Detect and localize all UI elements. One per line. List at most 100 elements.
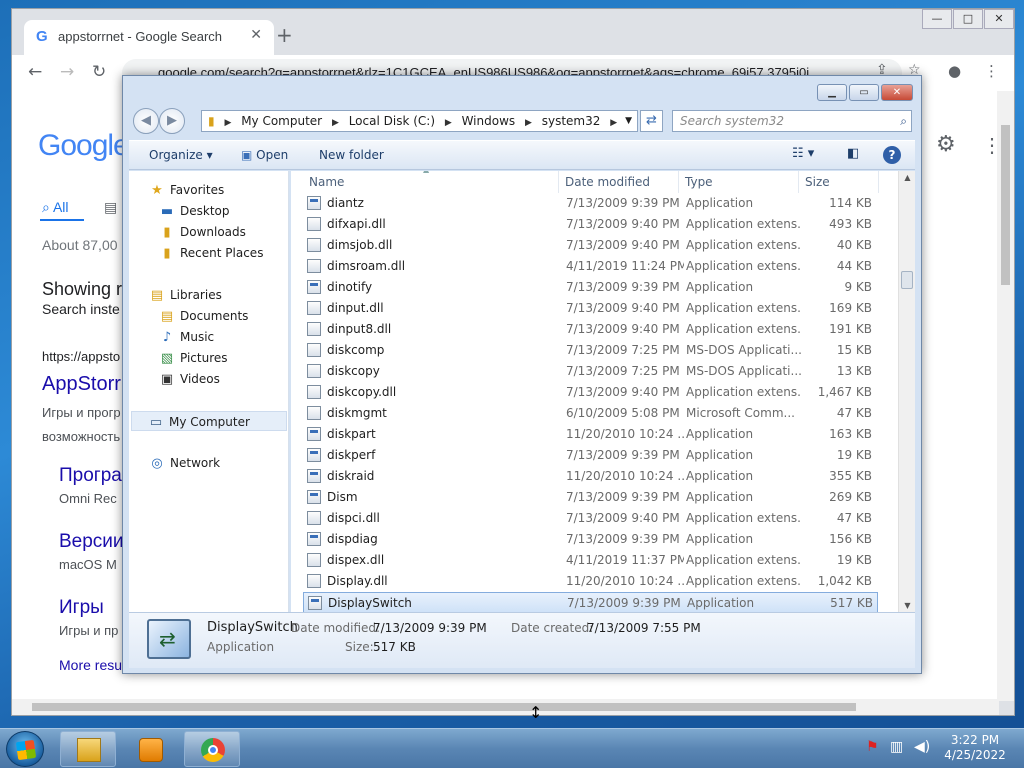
explorer-minimize-button[interactable]: ▁ [817,84,847,101]
help-icon[interactable]: ? [883,146,901,164]
chrome-menu-icon[interactable]: ⋮ [984,62,999,80]
file-row[interactable]: diskraid 11/20/2010 10:24 ... Application 3… [303,466,878,487]
preview-pane-icon[interactable]: ◧ [847,146,859,161]
file-row[interactable]: DisplaySwitch 7/13/2009 9:39 PM Applicatio… [303,592,878,612]
nav-downloads[interactable]: ▮ Downloads [159,222,245,242]
sitelink-title-1[interactable]: Програ [59,465,122,487]
file-row[interactable]: diskpart 11/20/2010 10:24 ... Application 1… [303,424,878,445]
page-horizontal-scrollbar[interactable] [12,699,999,715]
result-url[interactable]: https://appsto [42,349,120,364]
more-results-link[interactable]: More resu [59,657,122,673]
file-row[interactable]: dimsroam.dll 4/11/2019 11:24 PM Applicatio… [303,256,878,277]
nav-documents[interactable]: ▤ Documents [159,306,249,326]
file-row[interactable]: diskcomp 7/13/2009 7:25 PM MS-DOS Applicat… [303,340,878,361]
breadcrumb-my-computer[interactable]: My Computer [241,111,322,131]
explorer-close-button[interactable]: ✕ [881,84,913,101]
reload-icon[interactable]: ↻ [92,62,106,82]
file-row[interactable]: dispex.dll 4/11/2019 11:37 PM Application … [303,550,878,571]
chrome-maximize-button[interactable]: □ [953,9,983,29]
explorer-maximize-button[interactable]: ▭ [849,84,879,101]
taskbar-explorer-button[interactable] [60,731,116,767]
nav-pictures[interactable]: ▧ Pictures [159,348,228,368]
file-row[interactable]: Display.dll 11/20/2010 10:24 ... Applicati… [303,571,878,592]
action-center-flag-icon[interactable]: ⚑ [866,739,879,755]
network-tray-icon[interactable]: ▥ [890,739,903,755]
file-row[interactable]: dinotify 7/13/2009 9:39 PM Application 9 KB [303,277,878,298]
sitelink-title-2[interactable]: Версии [59,531,124,553]
start-button[interactable] [6,731,44,767]
nav-network[interactable]: ◎ Network [149,453,220,473]
page-hscroll-thumb[interactable] [32,703,856,711]
new-folder-button[interactable]: New folder [319,148,384,162]
view-options-icon[interactable]: ☷ ▾ [792,146,814,161]
forward-button[interactable]: ▶ [159,108,185,134]
file-row[interactable]: dimsjob.dll 7/13/2009 9:40 PM Application … [303,235,878,256]
browser-tab[interactable]: G appstorrnet - Google Search ✕ [24,20,274,55]
nav-recent-places[interactable]: ▮ Recent Places [159,243,263,263]
news-tab-icon[interactable]: ▤ [104,199,117,216]
search-input[interactable]: Search system32 ⌕ [672,110,912,132]
page-vertical-scrollbar[interactable] [997,91,1014,701]
system-clock[interactable]: 3:22 PM 4/25/2022 [940,733,1010,763]
search-tab-all[interactable]: ⌕ All [42,199,69,216]
breadcrumb-windows[interactable]: Windows [462,111,516,131]
column-header-date[interactable]: Date modified [559,171,679,193]
volume-icon[interactable]: ◀) [914,739,930,755]
search-icon[interactable]: ⌕ [900,111,907,131]
forward-arrow-icon[interactable]: → [60,62,74,82]
result-title[interactable]: AppStorr [42,373,121,396]
taskbar-media-player-button[interactable] [122,731,178,767]
page-scroll-thumb[interactable] [1001,125,1010,285]
file-row[interactable]: diskcopy 7/13/2009 7:25 PM MS-DOS Applicat… [303,361,878,382]
breadcrumb-local-disk[interactable]: Local Disk (C:) [349,111,435,131]
file-row[interactable]: diantz 7/13/2009 9:39 PM Application 114 KB [303,193,878,214]
file-row[interactable]: dispci.dll 7/13/2009 9:40 PM Application e… [303,508,878,529]
file-list-scroll-thumb[interactable] [901,271,913,289]
profile-avatar-icon[interactable]: ● [948,62,961,80]
back-arrow-icon[interactable]: ← [28,62,42,82]
file-row[interactable]: dinput.dll 7/13/2009 9:40 PM Application e… [303,298,878,319]
address-dropdown-icon[interactable]: ▼ [625,111,632,131]
file-name: dimsjob.dll [327,238,393,252]
refresh-icon[interactable]: ⇄ [640,110,663,132]
file-date: 4/11/2019 11:24 PM [566,259,684,273]
file-date: 7/13/2009 9:39 PM [566,532,680,546]
file-row[interactable]: diskperf 7/13/2009 9:39 PM Application 19 K… [303,445,878,466]
organize-button[interactable]: Organize ▾ [149,148,213,162]
file-list-scrollbar[interactable]: ▲ ▼ [898,171,915,612]
nav-music[interactable]: ♪ Music [159,327,214,347]
settings-gear-icon[interactable]: ⚙ [936,131,956,157]
nav-my-computer[interactable]: ▭ My Computer [131,411,287,431]
scroll-down-icon[interactable]: ▼ [899,601,915,610]
file-row[interactable]: Dism 7/13/2009 9:39 PM Application 269 KB [303,487,878,508]
nav-videos[interactable]: ▣ Videos [159,369,220,389]
nav-favorites[interactable]: ★ Favorites [149,180,224,200]
file-icon [307,406,321,420]
breadcrumb-system32[interactable]: system32 [542,111,601,131]
file-row[interactable]: dispdiag 7/13/2009 9:39 PM Application 156 … [303,529,878,550]
google-logo[interactable]: Google [38,129,130,163]
nav-libraries[interactable]: ▤ Libraries [149,285,222,305]
column-header-type[interactable]: Type [679,171,799,193]
column-header-name[interactable]: Name [303,171,559,193]
explorer-address-bar[interactable]: ▮ ▶ My Computer ▶ Local Disk (C:) ▶ Wind… [201,110,638,132]
new-tab-icon[interactable]: + [276,25,293,45]
chrome-minimize-button[interactable]: — [922,9,952,29]
tab-close-icon[interactable]: ✕ [250,27,262,43]
search-instead-text[interactable]: Search inste [42,301,120,317]
chrome-close-button[interactable]: ✕ [984,9,1014,29]
sitelink-title-3[interactable]: Игры [59,597,104,619]
file-row[interactable]: diskmgmt 6/10/2009 5:08 PM Microsoft Comm.… [303,403,878,424]
back-button[interactable]: ◀ [133,108,159,134]
scroll-up-icon[interactable]: ▲ [899,173,915,182]
file-row[interactable]: diskcopy.dll 7/13/2009 9:40 PM Application… [303,382,878,403]
file-row[interactable]: dinput8.dll 7/13/2009 9:40 PM Application … [303,319,878,340]
open-button[interactable]: ▣ Open [241,148,288,162]
details-pane: DisplaySwitch Application Date modified:… [129,612,915,668]
file-row[interactable]: difxapi.dll 7/13/2009 9:40 PM Application … [303,214,878,235]
nav-desktop[interactable]: ▬ Desktop [159,201,230,221]
file-size: 355 KB [829,469,872,483]
taskbar-chrome-button[interactable] [184,731,240,767]
explorer-window: ▁ ▭ ✕ ◀ ▶ ▮ ▶ My Computer ▶ Local Disk (… [122,75,922,674]
column-header-size[interactable]: Size [799,171,879,193]
